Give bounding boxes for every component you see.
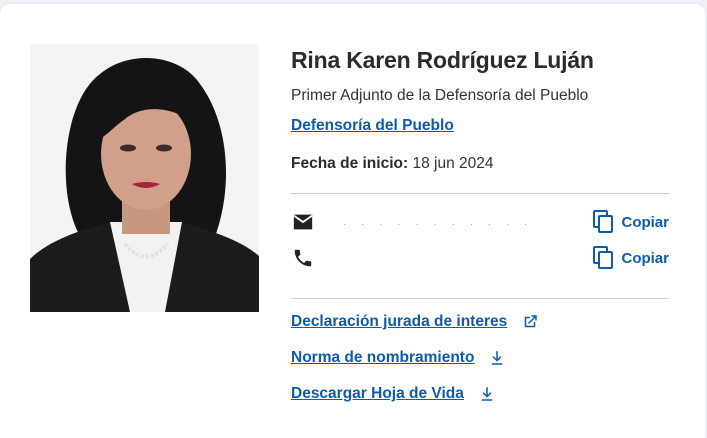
start-date-value: 18 jun 2024 bbox=[412, 155, 494, 172]
divider bbox=[291, 193, 669, 194]
copy-email-button[interactable]: Copiar bbox=[593, 209, 669, 235]
copy-email-label: Copiar bbox=[621, 213, 669, 231]
copy-icon bbox=[593, 210, 614, 233]
appointment-link-label: Norma de nombramiento bbox=[291, 349, 475, 366]
declaration-link[interactable]: Declaración jurada de interes bbox=[291, 313, 539, 331]
organization-link[interactable]: Defensoría del Pueblo bbox=[291, 117, 454, 135]
profile-name: Rina Karen Rodríguez Luján bbox=[291, 47, 594, 73]
portrait-image bbox=[30, 44, 259, 312]
download-cv-label: Descargar Hoja de Vida bbox=[291, 385, 464, 402]
start-date: Fecha de inicio: 18 jun 2024 bbox=[291, 155, 493, 173]
phone-row: Copiar bbox=[291, 245, 669, 271]
profile-photo bbox=[30, 44, 259, 312]
download-icon bbox=[492, 351, 503, 365]
external-link-icon bbox=[524, 315, 537, 328]
copy-icon bbox=[593, 246, 614, 269]
phone-icon bbox=[294, 249, 312, 267]
start-date-label: Fecha de inicio: bbox=[291, 155, 409, 172]
copy-phone-label: Copiar bbox=[621, 249, 669, 267]
appointment-link[interactable]: Norma de nombramiento bbox=[291, 349, 506, 367]
email-redacted: · · · · · · · · · · · bbox=[343, 219, 534, 230]
declaration-link-label: Declaración jurada de interes bbox=[291, 313, 508, 330]
profile-role: Primer Adjunto de la Defensoría del Pueb… bbox=[291, 87, 589, 104]
divider bbox=[291, 298, 669, 299]
download-cv-link[interactable]: Descargar Hoja de Vida bbox=[291, 385, 496, 403]
profile-card: Rina Karen Rodríguez Luján Primer Adjunt… bbox=[0, 4, 705, 438]
email-row: · · · · · · · · · · · Copiar bbox=[291, 209, 669, 235]
download-icon bbox=[481, 387, 493, 401]
mail-icon bbox=[293, 214, 313, 230]
copy-phone-button[interactable]: Copiar bbox=[593, 245, 669, 271]
